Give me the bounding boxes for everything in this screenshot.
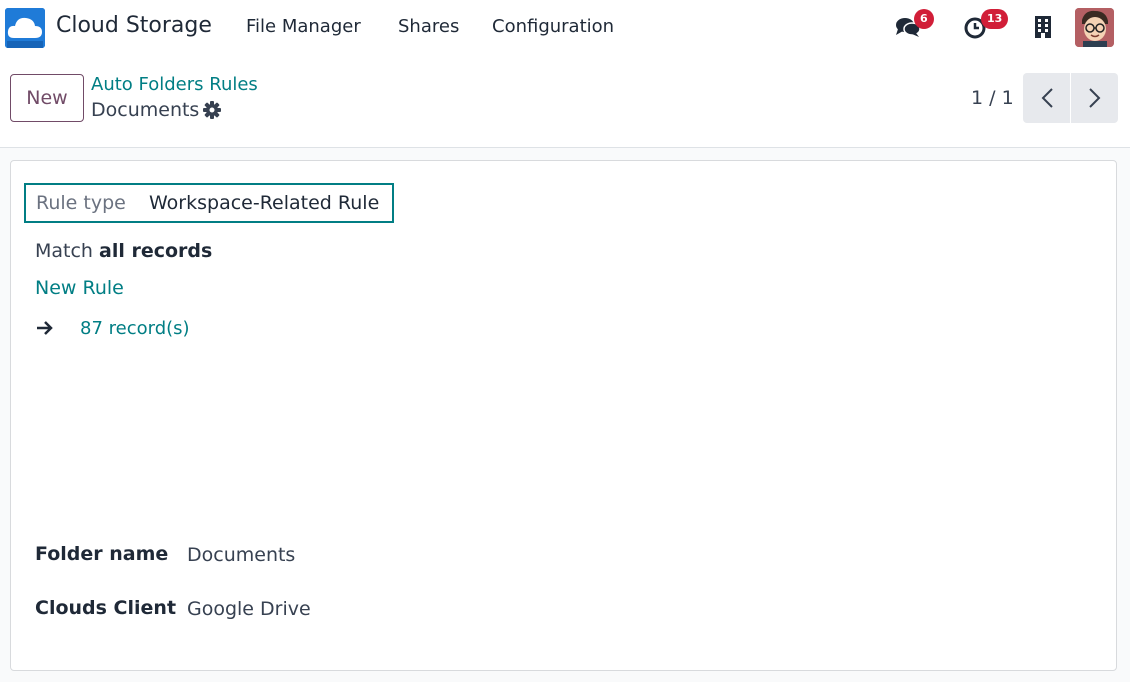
arrow-right-icon	[36, 320, 54, 340]
avatar[interactable]	[1075, 8, 1114, 47]
chevron-right-icon	[1088, 88, 1100, 108]
match-prefix: Match	[35, 240, 100, 262]
menu-shares[interactable]: Shares	[398, 16, 459, 37]
pager-next-button[interactable]	[1071, 73, 1118, 123]
activities-button[interactable]: 13	[963, 9, 1009, 43]
rule-type-field[interactable]: Rule type Workspace-Related Rule	[24, 183, 394, 223]
menu-file-manager[interactable]: File Manager	[246, 16, 361, 37]
control-panel: New Auto Folders Rules Documents 1 / 1	[0, 56, 1130, 148]
gear-icon[interactable]	[203, 101, 221, 123]
new-rule-link[interactable]: New Rule	[35, 277, 124, 299]
breadcrumb-parent-link[interactable]: Auto Folders Rules	[91, 74, 258, 95]
rule-type-label: Rule type	[36, 192, 126, 214]
top-navbar: Cloud Storage File Manager Shares Config…	[0, 0, 1130, 56]
cloud-logo-icon[interactable]	[5, 8, 45, 48]
rule-type-value[interactable]: Workspace-Related Rule	[149, 192, 379, 214]
domain-match-text: Match all records	[35, 240, 212, 262]
pager-value[interactable]: 1 / 1	[971, 87, 1014, 109]
activities-count-badge: 13	[981, 9, 1009, 29]
clouds-client-label: Clouds Client	[35, 597, 177, 619]
folder-name-label: Folder name	[35, 543, 169, 565]
breadcrumb-current: Documents	[91, 99, 200, 121]
folder-name-value[interactable]: Documents	[187, 544, 295, 566]
matching-records-link[interactable]: 87 record(s)	[80, 318, 190, 339]
new-button[interactable]: New	[10, 74, 84, 122]
company-switch-button[interactable]	[1035, 16, 1051, 42]
form-sheet: Rule type Workspace-Related Rule Match a…	[10, 160, 1117, 671]
building-icon	[1035, 16, 1051, 38]
chevron-left-icon	[1041, 88, 1053, 108]
app-name[interactable]: Cloud Storage	[56, 13, 212, 38]
menu-configuration[interactable]: Configuration	[492, 16, 614, 37]
messages-button[interactable]: 6	[895, 9, 934, 42]
pager-previous-button[interactable]	[1023, 73, 1070, 123]
clouds-client-value[interactable]: Google Drive	[187, 598, 311, 620]
messages-count-badge: 6	[914, 9, 934, 29]
match-all-records: all records	[99, 240, 213, 262]
